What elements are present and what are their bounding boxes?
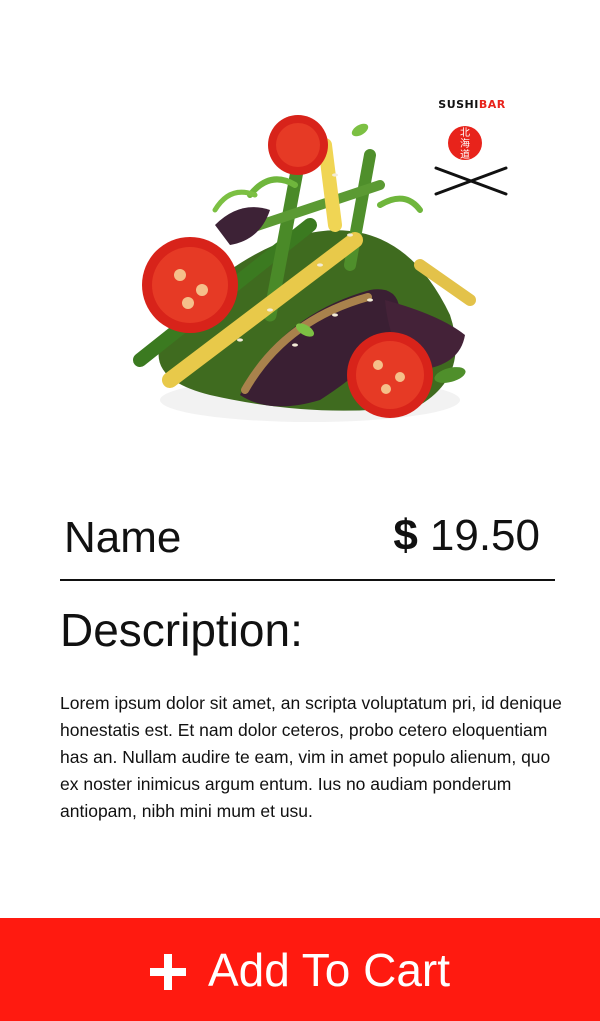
svg-text:海: 海 [460, 137, 470, 150]
svg-text:道: 道 [460, 148, 470, 161]
chopsticks-icon [434, 166, 508, 196]
product-price: $ 19.50 [393, 508, 540, 564]
add-to-cart-label: Add To Cart [207, 943, 451, 996]
logo-word-bar: BAR [478, 98, 506, 111]
divider [60, 579, 555, 581]
logo-wordmark: SUSHIBAR [424, 98, 520, 112]
add-to-cart-button[interactable]: Add To Cart [0, 918, 600, 1021]
svg-text:北: 北 [460, 127, 470, 139]
sushi-bar-logo: SUSHIBAR 北 海 道 [430, 98, 520, 208]
description-heading: Description: [60, 604, 303, 656]
description-text: Lorem ipsum dolor sit amet, an scripta v… [60, 693, 562, 821]
product-name: Name [64, 513, 182, 562]
plus-icon [149, 953, 186, 990]
logo-seal-icon: 北 海 道 [448, 126, 482, 161]
dollar-icon: $ [393, 511, 418, 560]
logo-word-sushi: SUSHI [438, 98, 479, 111]
price-value: 19.50 [429, 511, 540, 560]
